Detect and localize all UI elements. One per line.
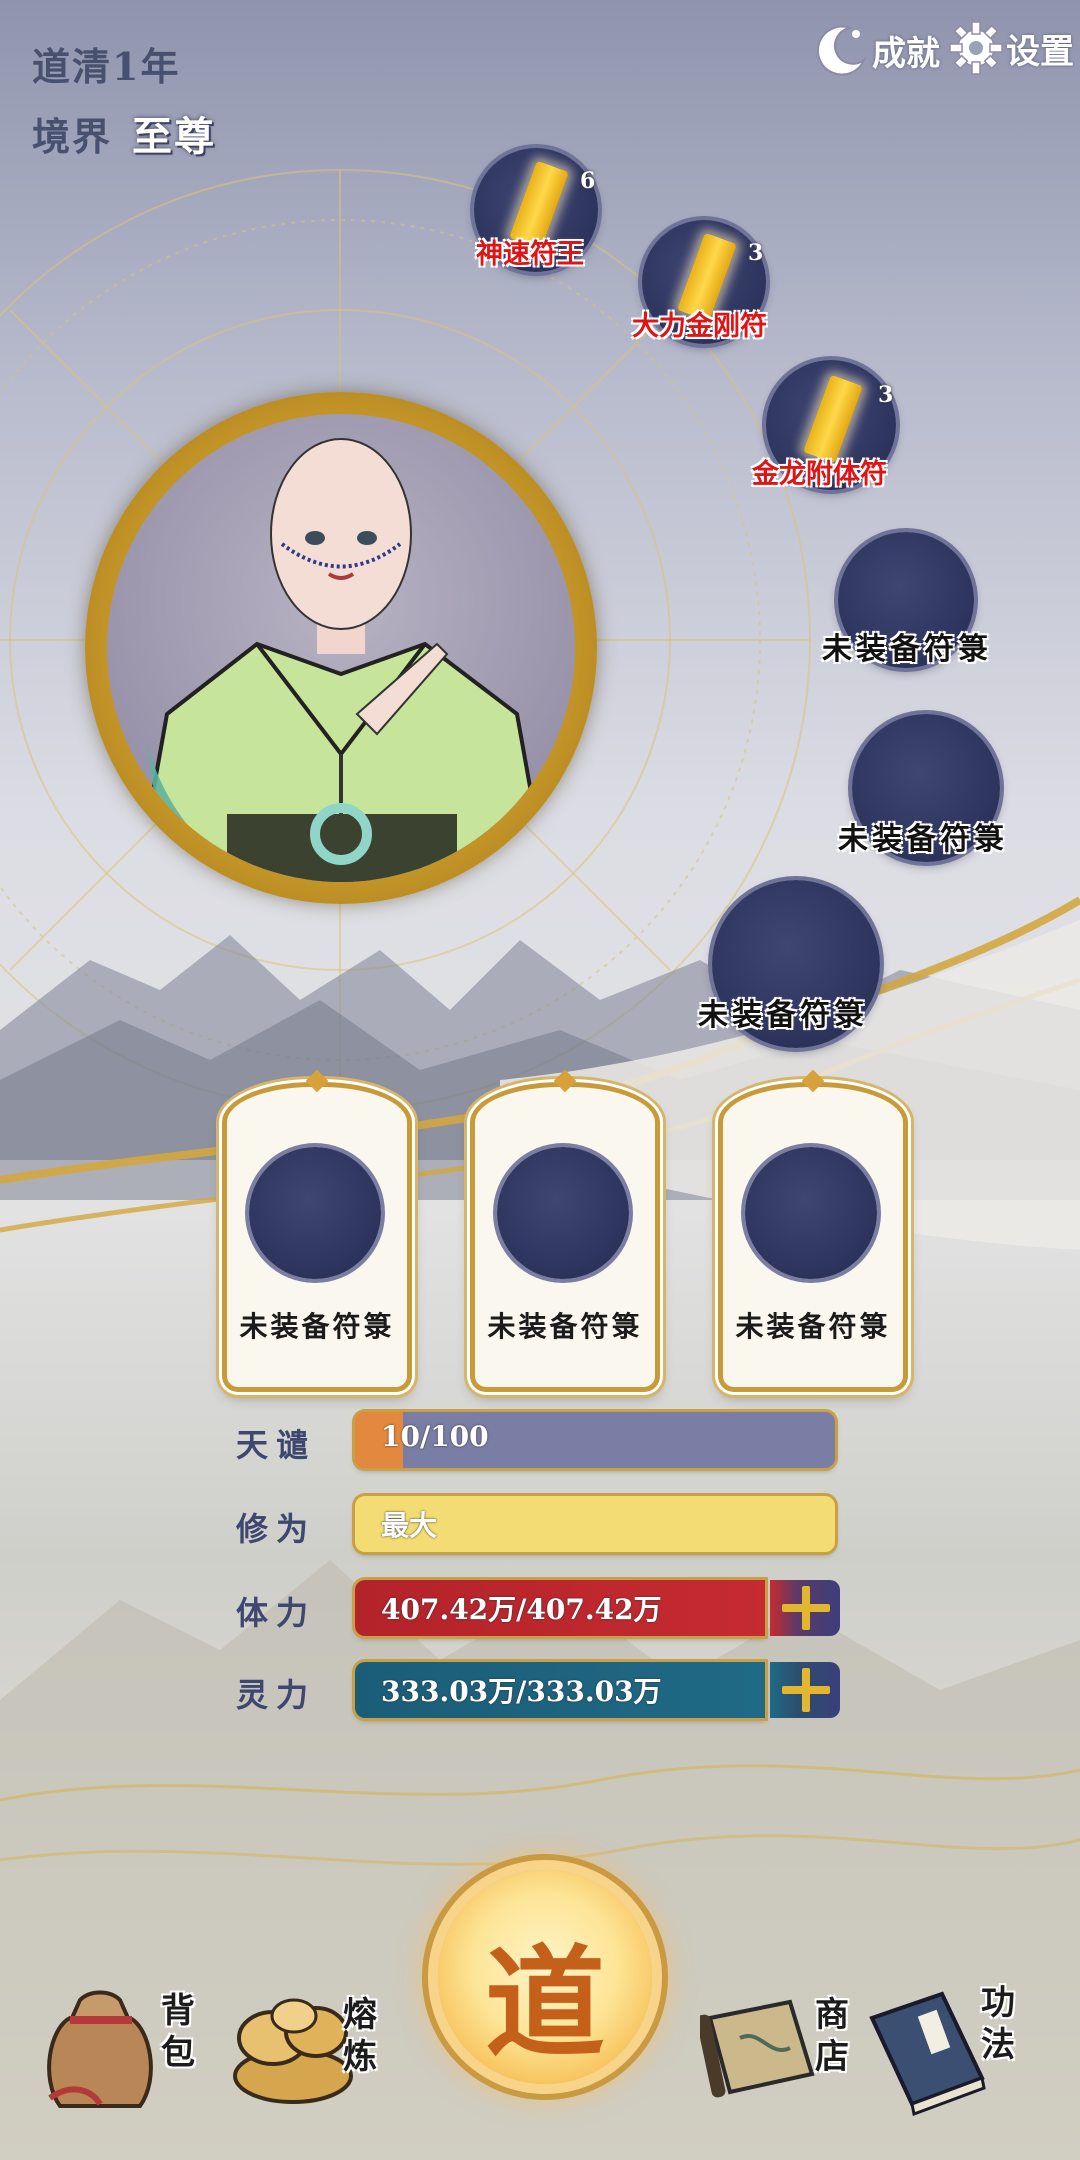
talisman-name: 金龙附体符 — [752, 459, 887, 490]
dao-years: 1年 — [112, 44, 181, 89]
talisman-count: 6 — [580, 168, 596, 194]
realm-row: 境界 至尊 — [32, 104, 216, 162]
talisman-card-1[interactable]: 未装备符箓 — [222, 1069, 412, 1392]
ingots-icon — [233, 1998, 353, 2104]
card-slot-disc — [745, 1147, 877, 1279]
plus-icon-bar — [782, 1686, 830, 1694]
bag-icon — [47, 1990, 153, 2108]
talisman-name: 大力金刚符 — [632, 311, 767, 342]
realm-label: 境界 — [32, 114, 113, 159]
dao-label: 道清 — [32, 44, 113, 89]
talisman-count: 3 — [748, 240, 764, 266]
nav-bag-label: 背包 — [161, 1991, 195, 2073]
talisman-name: 神速符王 — [476, 239, 584, 270]
nav-bag[interactable]: 背包 — [40, 1988, 200, 2128]
card-label: 未装备符箓 — [239, 1310, 395, 1343]
settings-label: 设置 — [1006, 31, 1074, 72]
tili-bar: 407.42万/407.42万 — [355, 1580, 765, 1636]
card-slot-disc — [497, 1147, 629, 1279]
nav-smelt[interactable]: 熔炼 — [228, 1988, 388, 2128]
empty-slot-label: 未装备符箓 — [838, 822, 1008, 857]
card-label: 未装备符箓 — [487, 1310, 643, 1343]
character-figure — [134, 438, 550, 882]
talisman-card-2[interactable]: 未装备符箓 — [470, 1069, 660, 1392]
empty-slot-label: 未装备符箓 — [822, 632, 992, 667]
tianqian-value: 10/100 — [381, 1420, 489, 1453]
card-slot-disc — [249, 1147, 381, 1279]
lingli-bar: 333.03万/333.03万 — [355, 1662, 765, 1718]
nav-smelt-label: 熔炼 — [343, 1995, 377, 2077]
lingli-add-button[interactable] — [770, 1662, 840, 1718]
dao-cultivate-button[interactable]: 道 — [438, 1870, 652, 2084]
achievements-button[interactable]: 成就 — [812, 20, 940, 80]
character-portrait[interactable] — [107, 414, 575, 882]
book-icon — [869, 1991, 986, 2117]
empty-slot-label: 未装备符箓 — [698, 998, 868, 1033]
tianqian-bar: 10/100 — [355, 1412, 835, 1468]
moon-icon — [816, 25, 867, 76]
dao-char: 道 — [485, 1933, 605, 2074]
background-scenery — [0, 169, 1080, 2160]
realm-value: 至尊 — [132, 113, 217, 160]
tili-add-button[interactable] — [770, 1580, 840, 1636]
stat-label-tili: 体力 — [236, 1594, 317, 1632]
stat-label-xiuwei: 修为 — [236, 1510, 317, 1548]
scroll-map-icon — [696, 1999, 815, 2098]
gear-icon — [949, 21, 1003, 75]
stat-label-tianqian: 天谴 — [236, 1426, 317, 1464]
talisman-card-3[interactable]: 未装备符箓 — [718, 1069, 908, 1392]
nav-shop-label: 商店 — [815, 1995, 849, 2077]
xiuwei-value: 最大 — [381, 1509, 438, 1542]
lingli-value: 333.03万/333.03万 — [381, 1675, 662, 1708]
dao-years-row: 道清1年 — [32, 36, 180, 91]
nav-skills[interactable]: 功法 — [862, 1983, 1032, 2138]
nav-shop[interactable]: 商店 — [696, 1988, 860, 2128]
achievements-label: 成就 — [872, 33, 940, 74]
plus-icon-bar — [782, 1604, 830, 1612]
settings-button[interactable]: 设置 — [946, 18, 1074, 78]
card-label: 未装备符箓 — [735, 1310, 891, 1343]
nav-skills-label: 功法 — [981, 1983, 1015, 2065]
xiuwei-bar: 最大 — [355, 1496, 835, 1552]
stat-label-lingli: 灵力 — [236, 1676, 317, 1714]
tili-value: 407.42万/407.42万 — [381, 1593, 662, 1626]
talisman-count: 3 — [878, 382, 894, 408]
